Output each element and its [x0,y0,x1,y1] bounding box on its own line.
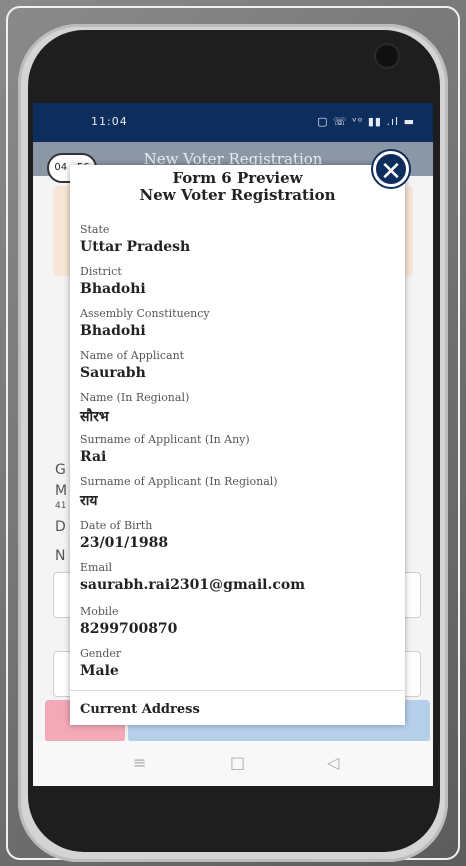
dialog-title-line2: New Voter Registration [139,186,336,204]
back-icon[interactable]: ◁ [327,753,339,772]
bg-label-d: D [55,519,66,535]
assembly-label: Assembly Constituency [80,307,210,320]
dialog-title: Form 6 Preview New Voter Registration [70,170,405,204]
regional-surname-label: Surname of Applicant (In Regional) [80,475,278,488]
district-value: Bhadohi [80,281,146,297]
status-bar: 11:04 ▢ ☏ ᵛᵒ ▮▮ .ıl ▬ [33,103,433,142]
district-label: District [80,265,122,278]
surname-value: Rai [80,449,107,465]
bg-label-m: M [55,483,68,499]
mobile-label: Mobile [80,605,119,618]
bg-label-g: G [55,462,66,478]
surname-label: Surname of Applicant (In Any) [80,433,250,446]
section-divider [70,690,405,691]
regional-name-value: सौरभ [80,409,109,425]
regional-surname-value: राय [80,493,98,509]
applicant-name-label: Name of Applicant [80,349,185,362]
nav-bar: ≡ □ ◁ [33,741,433,786]
bg-label-n: N [55,548,66,564]
email-label: Email [80,561,113,574]
form-preview-dialog: Form 6 Preview New Voter Registration St… [70,165,405,725]
dialog-title-line1: Form 6 Preview [172,169,303,187]
front-camera [376,45,398,67]
regional-name-label: Name (In Regional) [80,391,190,404]
current-address-heading: Current Address [80,702,200,717]
dob-label: Date of Birth [80,519,153,532]
state-label: State [80,223,110,236]
close-icon[interactable]: ✕ [373,151,409,187]
bg-label-sub: 41 [55,501,67,511]
status-icons: ▢ ☏ ᵛᵒ ▮▮ .ıl ▬ [317,115,415,128]
assembly-value: Bhadohi [80,323,146,339]
state-value: Uttar Pradesh [80,239,191,255]
dob-value: 23/01/1988 [80,535,169,551]
mobile-value: 8299700870 [80,621,178,637]
gender-label: Gender [80,647,122,660]
status-time: 11:04 [91,115,128,128]
home-icon[interactable]: □ [230,753,245,772]
email-value: saurabh.rai2301@gmail.com [80,577,306,593]
applicant-name-value: Saurabh [80,365,146,381]
menu-icon[interactable]: ≡ [133,753,146,772]
gender-value: Male [80,663,119,679]
